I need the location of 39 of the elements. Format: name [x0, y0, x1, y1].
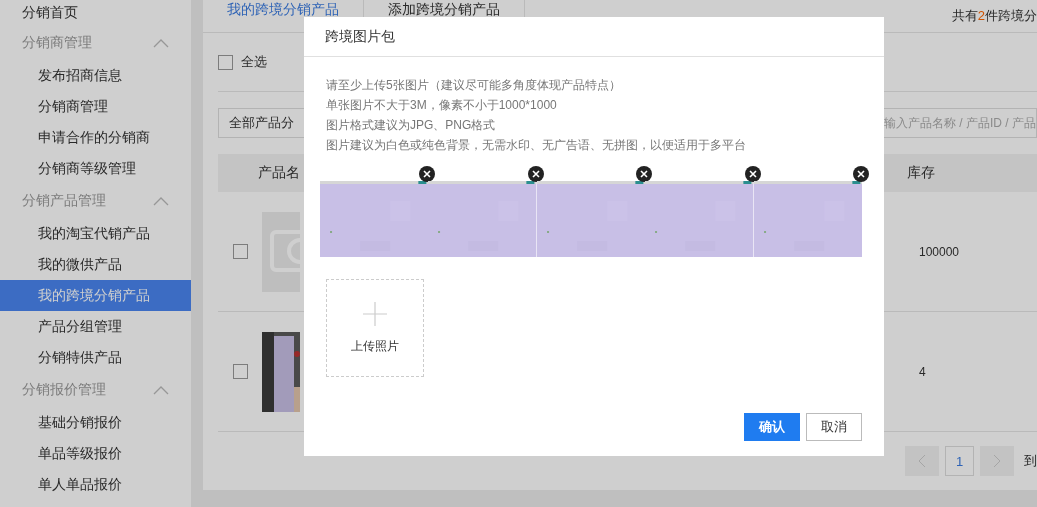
sidebar-item[interactable]: 产品分组管理: [0, 311, 191, 342]
sidebar-item[interactable]: 申请合作的分销商: [0, 122, 191, 153]
column-header: 库存: [907, 164, 935, 182]
checkbox-label: 全选: [241, 53, 267, 71]
sidebar-item[interactable]: 我的淘宝代销产品: [0, 218, 191, 249]
product-count-text: 共有2件跨境分: [951, 7, 1037, 25]
sidebar-item[interactable]: 发布招商信息: [0, 60, 191, 91]
close-icon[interactable]: [636, 166, 653, 182]
sidebar-item[interactable]: 基础分销报价: [0, 407, 191, 438]
close-icon[interactable]: [744, 166, 761, 182]
cancel-button[interactable]: 取消: [806, 413, 862, 441]
chevron-up-icon[interactable]: [153, 38, 169, 48]
sidebar-item[interactable]: 我的微供产品: [0, 249, 191, 280]
upload-note: 图片建议为白色或纯色背景，无需水印、无广告语、无拼图，以便适用于多平台: [325, 137, 747, 154]
chevron-left-icon: [918, 454, 926, 468]
sidebar-item[interactable]: 分销首页: [0, 0, 191, 26]
plus-icon: [363, 301, 387, 326]
table-cell-text: 100000: [918, 244, 961, 259]
sidebar-item[interactable]: 单品等级报价: [0, 438, 191, 469]
checkbox[interactable]: [233, 244, 248, 259]
close-icon[interactable]: [527, 166, 544, 182]
goto-label: 到: [1024, 452, 1037, 470]
page-button[interactable]: 1: [945, 446, 974, 476]
confirm-button[interactable]: 确认: [744, 413, 800, 441]
sidebar-item[interactable]: 分销商等级管理: [0, 153, 191, 184]
chevron-right-icon: [993, 454, 1001, 468]
chevron-up-icon[interactable]: [153, 196, 169, 206]
upload-note: 请至少上传5张图片（建议尽可能多角度体现产品特点）: [325, 77, 622, 94]
sidebar-item[interactable]: 分销商管理: [0, 91, 191, 122]
column-header: 产品名: [258, 164, 300, 182]
close-icon[interactable]: [419, 166, 436, 182]
close-icon[interactable]: [853, 166, 869, 182]
upload-photo-button[interactable]: 上传照片: [326, 279, 424, 377]
sidebar-item[interactable]: 分销特供产品: [0, 342, 191, 373]
chevron-up-icon[interactable]: [153, 385, 169, 395]
checkbox[interactable]: [218, 54, 233, 70]
sidebar-item[interactable]: 单人单品报价: [0, 469, 191, 500]
table-cell-text: 4: [918, 364, 927, 379]
checkbox[interactable]: [233, 364, 248, 379]
